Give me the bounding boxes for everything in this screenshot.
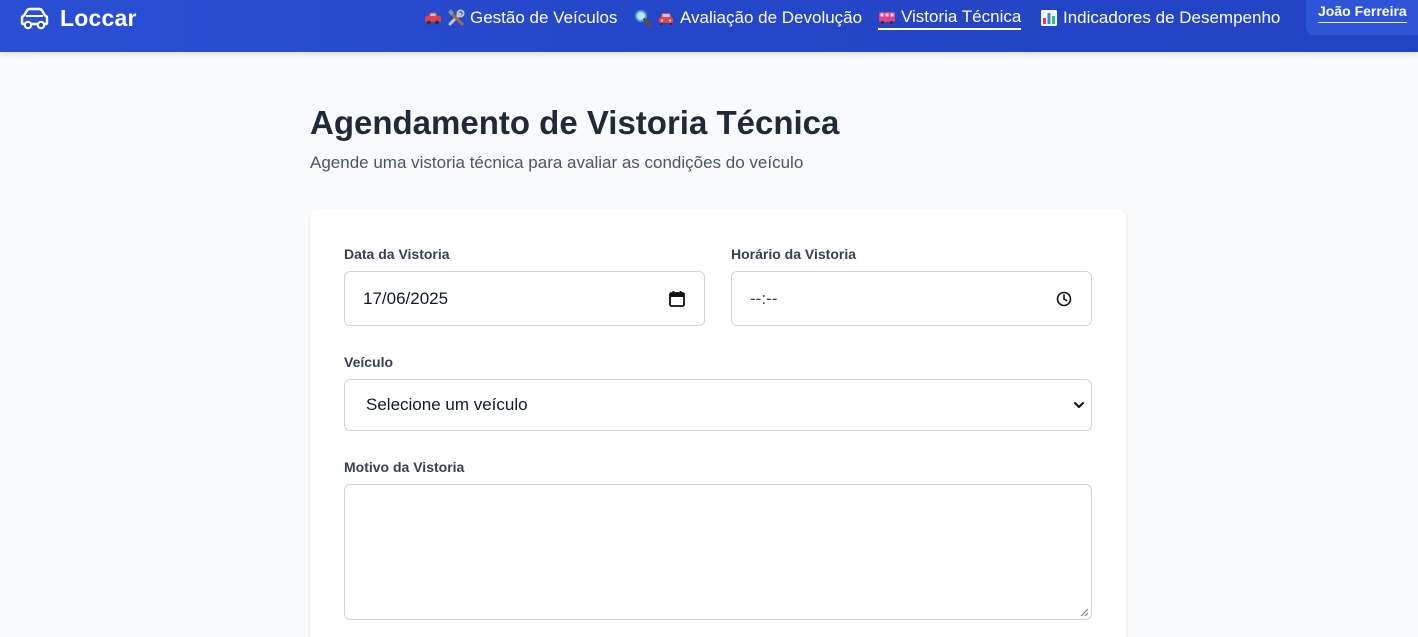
top-navbar: Loccar Gestão de Veículos Avaliação de D…	[0, 0, 1418, 52]
page-title: Agendamento de Vistoria Técnica	[310, 104, 840, 141]
car-icon	[425, 12, 441, 25]
reason-textarea[interactable]	[344, 484, 1092, 620]
reason-label: Motivo da Vistoria	[344, 459, 465, 475]
chevron-down-icon	[1074, 402, 1084, 408]
time-input[interactable]: --:--	[731, 271, 1092, 326]
vehicle-label: Veículo	[344, 354, 394, 370]
nav-avaliacao-devolucao[interactable]: Avaliação de Devolução	[634, 6, 862, 30]
bus-icon	[879, 11, 895, 24]
nav-gestao-veiculos[interactable]: Gestão de Veículos	[424, 6, 617, 30]
date-value: 17/06/2025	[363, 288, 449, 308]
time-label: Horário da Vistoria	[731, 246, 857, 262]
clock-icon[interactable]	[1055, 290, 1073, 308]
bar-chart-icon	[1041, 10, 1057, 26]
car-front-icon	[659, 13, 673, 25]
brand-name: Loccar	[60, 5, 137, 31]
nav-label: Vistoria Técnica	[901, 6, 1022, 26]
time-value: --:--	[750, 288, 778, 308]
nav-label: Gestão de Veículos	[470, 8, 618, 27]
date-label: Data da Vistoria	[344, 246, 450, 262]
calendar-icon[interactable]	[668, 290, 686, 308]
vehicle-select[interactable]: Selecione um veículo	[344, 379, 1092, 431]
nav-vistoria-tecnica[interactable]: Vistoria Técnica	[878, 6, 1022, 30]
nav-label: Indicadores de Desempenho	[1063, 8, 1281, 27]
nav-indicadores-desempenho[interactable]: Indicadores de Desempenho	[1040, 6, 1280, 30]
tools-icon	[448, 9, 465, 26]
resize-handle-icon[interactable]	[1079, 607, 1089, 617]
brand[interactable]: Loccar	[18, 5, 137, 32]
magnifier-icon	[635, 10, 652, 27]
page-subtitle: Agende uma vistoria técnica para avaliar…	[310, 153, 804, 172]
car-logo-icon	[20, 7, 49, 29]
user-name: João Ferreira	[1318, 3, 1407, 23]
date-input[interactable]: 17/06/2025	[344, 271, 705, 326]
schedule-form-card: Data da Vistoria 17/06/2025 Horário da V…	[310, 209, 1126, 637]
user-menu[interactable]: João Ferreira	[1306, 0, 1418, 35]
vehicle-selected-value: Selecione um veículo	[366, 395, 528, 414]
nav-label: Avaliação de Devolução	[680, 8, 863, 27]
